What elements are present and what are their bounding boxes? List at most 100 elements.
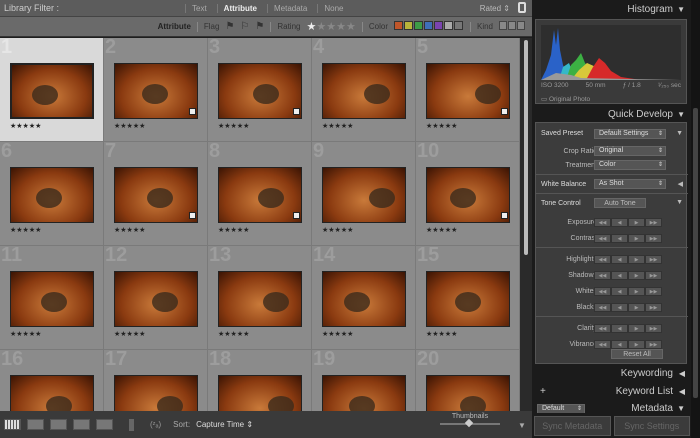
decrease-button[interactable]: ◀ bbox=[611, 271, 628, 280]
crop-ratio-dropdown[interactable]: Original bbox=[594, 146, 666, 156]
decrease-button[interactable]: ◀ bbox=[611, 287, 628, 296]
grid-cell[interactable]: 7 ★★★★★ bbox=[104, 140, 208, 246]
filter-tab-attribute[interactable]: Attribute bbox=[216, 4, 263, 13]
increase-button[interactable]: ▶ bbox=[628, 218, 645, 227]
grid-cell[interactable]: 5 ★★★★★ bbox=[416, 38, 520, 142]
develop-adjusted-badge-icon[interactable] bbox=[501, 108, 508, 115]
color-swatch[interactable] bbox=[443, 21, 453, 30]
photo-thumbnail[interactable] bbox=[10, 167, 94, 223]
develop-adjusted-badge-icon[interactable] bbox=[189, 108, 196, 115]
star-rating[interactable]: ★★★★★ bbox=[10, 122, 41, 130]
star-rating[interactable]: ★★★★★ bbox=[426, 330, 457, 338]
expand-icon[interactable]: ▼ bbox=[676, 130, 683, 137]
develop-adjusted-badge-icon[interactable] bbox=[293, 108, 300, 115]
grid-cell[interactable]: 4 ★★★★★ bbox=[312, 38, 416, 142]
grid-cell[interactable]: 19 bbox=[312, 348, 416, 411]
increase-large-button[interactable]: ▶▶ bbox=[645, 271, 662, 280]
grid-cell[interactable]: 9 ★★★★★ bbox=[312, 140, 416, 246]
decrease-button[interactable]: ◀ bbox=[611, 303, 628, 312]
develop-adjusted-badge-icon[interactable] bbox=[501, 212, 508, 219]
grid-cell[interactable]: 20 bbox=[416, 348, 520, 411]
sort-dropdown[interactable]: Capture Time ⇕ bbox=[196, 420, 253, 429]
photo-thumbnail[interactable] bbox=[426, 167, 510, 223]
decrease-large-button[interactable]: ◀◀ bbox=[594, 287, 611, 296]
photo-thumbnail[interactable] bbox=[10, 63, 94, 119]
rating-star-icon[interactable]: ★ bbox=[326, 21, 336, 33]
rating-star-icon[interactable]: ★ bbox=[346, 21, 356, 33]
photo-thumbnail[interactable] bbox=[114, 167, 198, 223]
photo-thumbnail[interactable] bbox=[426, 375, 510, 411]
grid-scrollbar[interactable] bbox=[520, 38, 532, 411]
photo-thumbnail[interactable] bbox=[218, 271, 302, 327]
photo-thumbnail[interactable] bbox=[322, 375, 406, 411]
metadata-header[interactable]: Default Metadata ▼ bbox=[535, 403, 687, 413]
filter-tab-none[interactable]: None bbox=[317, 4, 349, 13]
decrease-button[interactable]: ◀ bbox=[611, 324, 628, 333]
grid-cell[interactable]: 16 bbox=[0, 348, 104, 411]
rating-star-icon[interactable]: ★ bbox=[336, 21, 346, 33]
increase-button[interactable]: ▶ bbox=[628, 255, 645, 264]
survey-view-icon[interactable] bbox=[73, 419, 90, 430]
color-swatch[interactable] bbox=[403, 21, 413, 30]
star-rating[interactable]: ★★★★★ bbox=[426, 122, 457, 130]
grid-cell[interactable]: 15 ★★★★★ bbox=[416, 244, 520, 350]
loupe-view-icon[interactable] bbox=[27, 419, 44, 430]
filter-tab-text[interactable]: Text bbox=[185, 4, 213, 13]
star-rating[interactable]: ★★★★★ bbox=[322, 330, 353, 338]
reset-all-button[interactable]: Reset All bbox=[611, 349, 663, 359]
expand-icon[interactable]: ▼ bbox=[676, 199, 683, 206]
metadata-preset-dropdown[interactable]: Default bbox=[537, 404, 585, 413]
increase-button[interactable]: ▶ bbox=[628, 340, 645, 349]
saved-preset-dropdown[interactable]: Default Settings bbox=[594, 129, 666, 139]
filter-preset-dropdown[interactable]: Rated ⇕ bbox=[480, 4, 510, 13]
increase-button[interactable]: ▶ bbox=[628, 303, 645, 312]
treatment-dropdown[interactable]: Color bbox=[594, 160, 666, 170]
kind-master-icon[interactable] bbox=[499, 21, 507, 30]
increase-large-button[interactable]: ▶▶ bbox=[645, 303, 662, 312]
photo-thumbnail[interactable] bbox=[218, 63, 302, 119]
decrease-large-button[interactable]: ◀◀ bbox=[594, 340, 611, 349]
photo-thumbnail[interactable] bbox=[114, 375, 198, 411]
color-swatch[interactable] bbox=[423, 21, 433, 30]
grid-cell[interactable]: 17 bbox=[104, 348, 208, 411]
photo-thumbnail[interactable] bbox=[218, 167, 302, 223]
decrease-large-button[interactable]: ◀◀ bbox=[594, 324, 611, 333]
photo-thumbnail[interactable] bbox=[426, 271, 510, 327]
filter-tab-metadata[interactable]: Metadata bbox=[267, 4, 313, 13]
photo-thumbnail[interactable] bbox=[10, 375, 94, 411]
star-rating[interactable]: ★★★★★ bbox=[322, 122, 353, 130]
star-rating[interactable]: ★★★★★ bbox=[218, 122, 249, 130]
increase-button[interactable]: ▶ bbox=[628, 287, 645, 296]
grid-view-icon[interactable] bbox=[4, 419, 21, 430]
color-swatch[interactable] bbox=[393, 21, 403, 30]
increase-large-button[interactable]: ▶▶ bbox=[645, 255, 662, 264]
decrease-button[interactable]: ◀ bbox=[611, 234, 628, 243]
panel-scrollbar[interactable] bbox=[691, 0, 700, 438]
star-rating[interactable]: ★★★★★ bbox=[114, 226, 145, 234]
grid-cell[interactable]: 11 ★★★★★ bbox=[0, 244, 104, 350]
star-rating[interactable]: ★★★★★ bbox=[322, 226, 353, 234]
increase-button[interactable]: ▶ bbox=[628, 271, 645, 280]
people-view-icon[interactable] bbox=[96, 419, 113, 430]
add-keyword-icon[interactable]: + bbox=[540, 386, 546, 397]
increase-large-button[interactable]: ▶▶ bbox=[645, 218, 662, 227]
star-rating[interactable]: ★★★★★ bbox=[10, 226, 41, 234]
auto-tone-button[interactable]: Auto Tone bbox=[594, 198, 646, 208]
decrease-large-button[interactable]: ◀◀ bbox=[594, 234, 611, 243]
keyword-list-header[interactable]: + Keyword List ◀ bbox=[535, 386, 687, 397]
original-photo-toggle[interactable]: ▭ Original Photo bbox=[541, 95, 590, 103]
compare-view-icon[interactable] bbox=[50, 419, 67, 430]
photo-thumbnail[interactable] bbox=[322, 167, 406, 223]
grid-cell[interactable]: 3 ★★★★★ bbox=[208, 38, 312, 142]
star-rating[interactable]: ★★★★★ bbox=[218, 330, 249, 338]
color-swatch[interactable] bbox=[453, 21, 463, 30]
grid-cell[interactable]: 10 ★★★★★ bbox=[416, 140, 520, 246]
star-rating[interactable]: ★★★★★ bbox=[114, 330, 145, 338]
decrease-button[interactable]: ◀ bbox=[611, 340, 628, 349]
increase-large-button[interactable]: ▶▶ bbox=[645, 340, 662, 349]
grid-cell[interactable]: 12 ★★★★★ bbox=[104, 244, 208, 350]
sort-direction-icon[interactable]: (ᶻₐ) bbox=[150, 420, 161, 429]
painter-icon[interactable] bbox=[129, 418, 134, 431]
grid-cell[interactable]: 13 ★★★★★ bbox=[208, 244, 312, 350]
toolbar-menu-icon[interactable]: ▼ bbox=[518, 421, 526, 430]
